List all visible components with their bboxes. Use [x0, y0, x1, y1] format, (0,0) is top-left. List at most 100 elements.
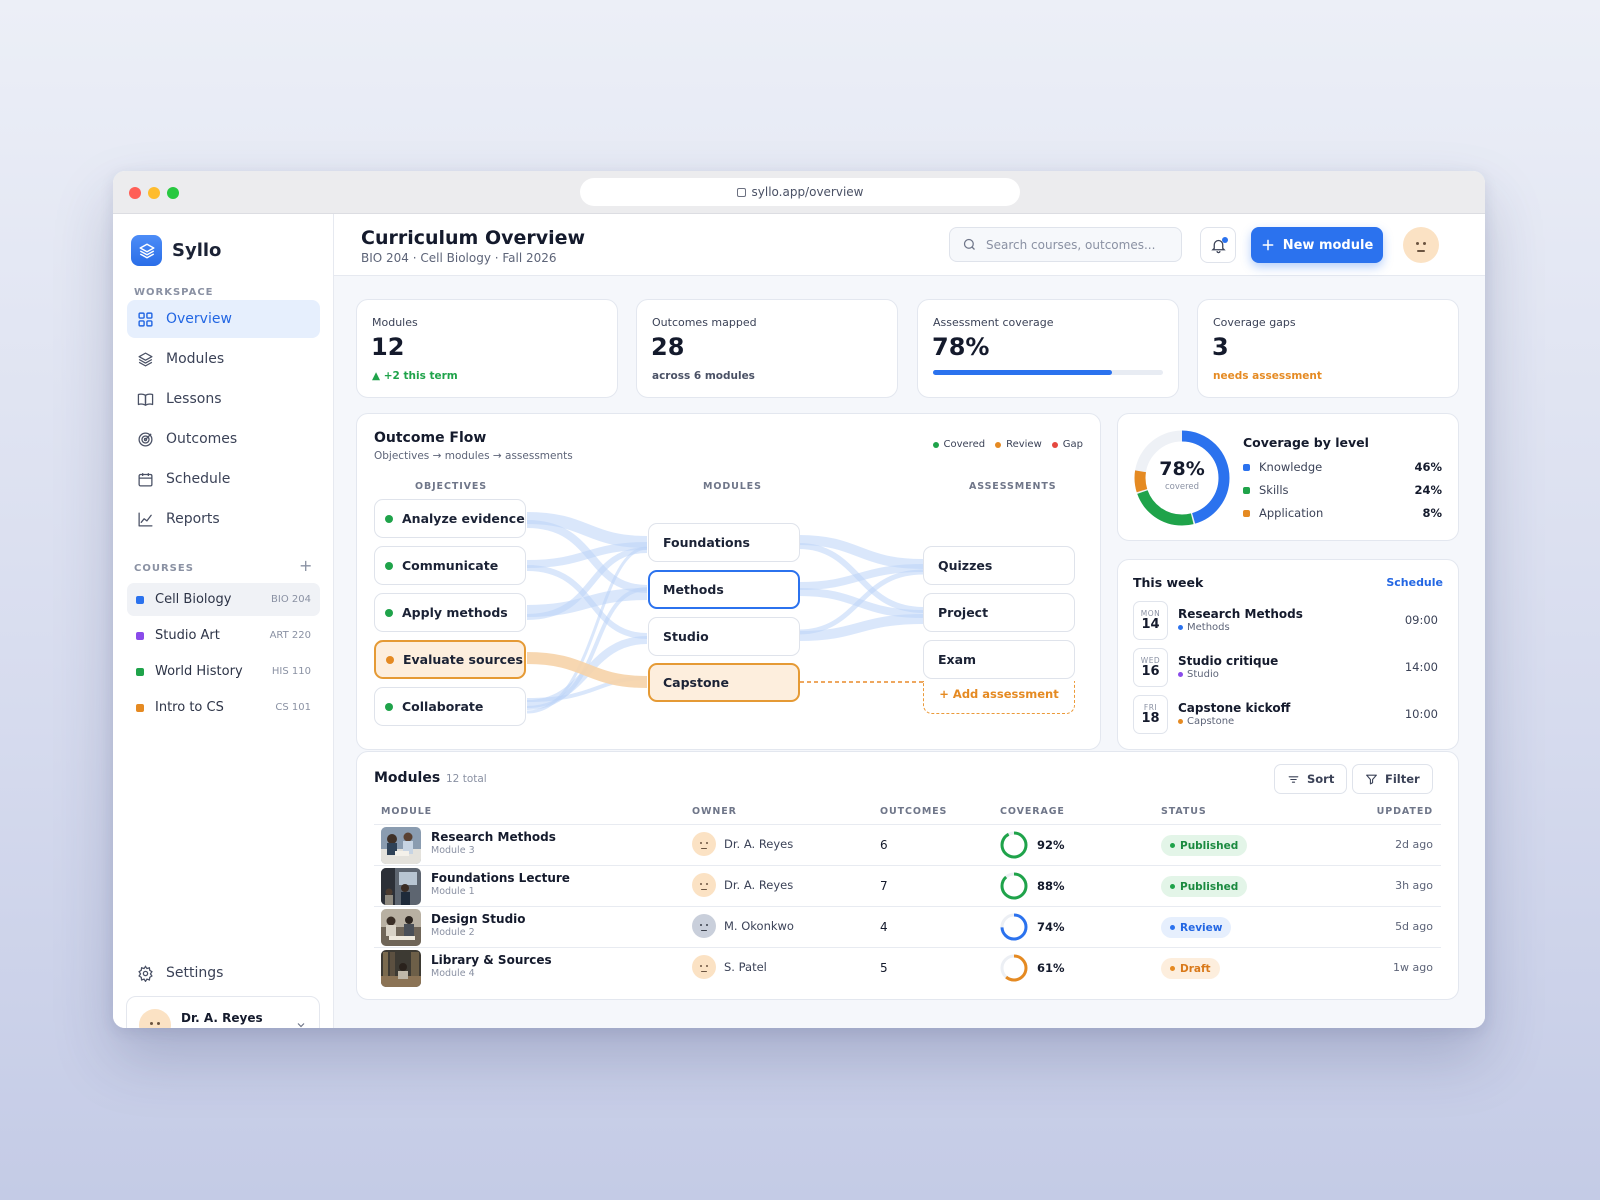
col-header-updated[interactable]: UPDATED [1377, 806, 1433, 817]
url-text: syllo.app/overview [751, 185, 864, 199]
courses-heading: COURSES [134, 563, 194, 574]
updated-time: 2d ago [1395, 838, 1433, 851]
sidebar-item-outcomes[interactable]: Outcomes [127, 420, 320, 458]
col-header-module[interactable]: MODULE [381, 806, 432, 817]
objective-node[interactable]: Analyze evidence [374, 499, 526, 538]
assessment-node[interactable]: Exam [923, 640, 1075, 679]
objective-node[interactable]: Communicate [374, 546, 526, 585]
sidebar-item-reports[interactable]: Reports [127, 500, 320, 538]
status-dot [385, 608, 393, 617]
col-header-owner[interactable]: OWNER [692, 806, 737, 817]
coverage-cell: 88% [999, 871, 1065, 901]
profile-avatar[interactable] [1403, 227, 1439, 263]
filter-label: Filter [1385, 772, 1420, 786]
coverage-cell: 61% [999, 953, 1065, 983]
maximize-window-dot[interactable] [167, 187, 179, 199]
sidebar-item-label: Modules [166, 351, 225, 367]
user-menu[interactable]: Dr. A. Reyes Instructor [126, 996, 320, 1028]
status-badge: Published [1161, 835, 1248, 856]
calendar-icon [138, 472, 153, 487]
module-label: Studio [663, 629, 709, 644]
donut-caption: covered [1164, 482, 1200, 492]
search-box[interactable] [949, 227, 1182, 262]
table-row[interactable]: Research Methods Module 3 Dr. A. Reyes 6… [374, 824, 1441, 865]
objective-label: Collaborate [402, 699, 484, 714]
objective-label: Apply methods [402, 605, 508, 620]
address-bar[interactable]: syllo.app/overview [580, 178, 1020, 206]
stat-value: 78% [932, 333, 990, 361]
col-header-outcomes[interactable]: OUTCOMES [880, 806, 947, 817]
settings-link[interactable]: Settings [127, 954, 320, 992]
objective-label: Analyze evidence [402, 511, 525, 526]
stat-label: Coverage gaps [1213, 316, 1296, 329]
course-color-dot [136, 703, 144, 712]
assessment-node[interactable]: Quizzes [923, 546, 1075, 585]
objective-node[interactable]: Evaluate sources [374, 640, 526, 679]
table-row[interactable]: Design Studio Module 2 M. Okonkwo 4 74% … [374, 906, 1441, 947]
col-header-coverage[interactable]: COVERAGE [1000, 806, 1065, 817]
chart-line-icon [138, 511, 153, 527]
stat-note: needs assessment [1213, 370, 1322, 382]
event-title: Studio critique [1178, 654, 1279, 668]
module-number: Module 1 [431, 886, 475, 897]
add-course-icon[interactable]: + [299, 556, 312, 575]
coverage-title: Coverage by level [1243, 435, 1369, 450]
outcome-flow-card: Outcome Flow Objectives → modules → asse… [356, 413, 1101, 750]
course-item-cell-biology[interactable]: Cell Biology BIO 204 [127, 583, 320, 616]
stat-card-assessment-coverage: Assessment coverage 78% [917, 299, 1179, 398]
table-row[interactable]: Library & Sources Module 4 S. Patel 5 61… [374, 947, 1441, 988]
coverage-card: 78% covered Coverage by level Knowledge 4… [1117, 413, 1459, 541]
sort-button[interactable]: Sort [1274, 764, 1348, 794]
sidebar-item-overview[interactable]: Overview [127, 300, 320, 338]
search-input[interactable] [986, 237, 1166, 252]
module-node[interactable]: Studio [648, 617, 800, 656]
event-item[interactable]: MON 14 Research Methods Methods 09:00 [1133, 600, 1438, 640]
course-item-intro-to-cs[interactable]: Intro to CS CS 101 [127, 691, 320, 724]
new-module-button[interactable]: New module [1251, 227, 1383, 263]
sidebar-item-lessons[interactable]: Lessons [127, 380, 320, 418]
module-thumbnail [381, 827, 421, 864]
module-node[interactable]: Foundations [648, 523, 800, 562]
coverage-ring [1000, 913, 1028, 941]
course-color-dot [136, 595, 144, 604]
close-window-dot[interactable] [129, 187, 141, 199]
module-label: Capstone [663, 675, 729, 690]
layers-icon [138, 351, 153, 367]
book-icon [137, 392, 154, 406]
assessment-node[interactable]: Project [923, 593, 1075, 632]
course-name: World History [155, 664, 243, 679]
event-date: MON 14 [1133, 600, 1168, 640]
module-node-selected[interactable]: Methods [648, 570, 800, 609]
course-item-studio-art[interactable]: Studio Art ART 220 [127, 619, 320, 652]
outcomes-count: 5 [880, 961, 888, 975]
event-item[interactable]: FRI 18 Capstone kickoff Capstone 10:00 [1133, 694, 1438, 734]
sidebar-item-modules[interactable]: Modules [127, 340, 320, 378]
module-thumbnail [381, 909, 421, 946]
notifications-button[interactable] [1200, 227, 1236, 263]
outcomes-count: 7 [880, 879, 888, 893]
table-row[interactable]: Foundations Lecture Module 1 Dr. A. Reye… [374, 865, 1441, 906]
schedule-link[interactable]: Schedule [1386, 576, 1443, 589]
stat-value: 3 [1212, 333, 1229, 361]
filter-icon [1366, 774, 1377, 784]
col-header-status[interactable]: STATUS [1161, 806, 1207, 817]
add-assessment-button[interactable]: + Add assessment [923, 681, 1075, 714]
updated-time: 1w ago [1393, 961, 1433, 974]
objective-node[interactable]: Collaborate [374, 687, 526, 726]
avatar [692, 914, 716, 938]
page-title: Curriculum Overview [361, 227, 586, 249]
objective-node[interactable]: Apply methods [374, 593, 526, 632]
event-item[interactable]: WED 16 Studio critique Studio 14:00 [1133, 647, 1438, 687]
filter-button[interactable]: Filter [1352, 764, 1433, 794]
sidebar-item-schedule[interactable]: Schedule [127, 460, 320, 498]
minimize-window-dot[interactable] [148, 187, 160, 199]
browser-chrome: syllo.app/overview [113, 171, 1485, 214]
course-color-dot [136, 631, 144, 640]
course-item-world-history[interactable]: World History HIS 110 [127, 655, 320, 688]
module-name: Library & Sources [431, 953, 552, 967]
event-tag: Methods [1178, 622, 1303, 633]
brand[interactable]: Syllo [131, 235, 221, 266]
module-node[interactable]: Capstone [648, 663, 800, 702]
sidebar: Syllo WORKSPACE Overview Modules Lessons… [113, 214, 334, 1028]
coverage-ring [1000, 831, 1028, 859]
